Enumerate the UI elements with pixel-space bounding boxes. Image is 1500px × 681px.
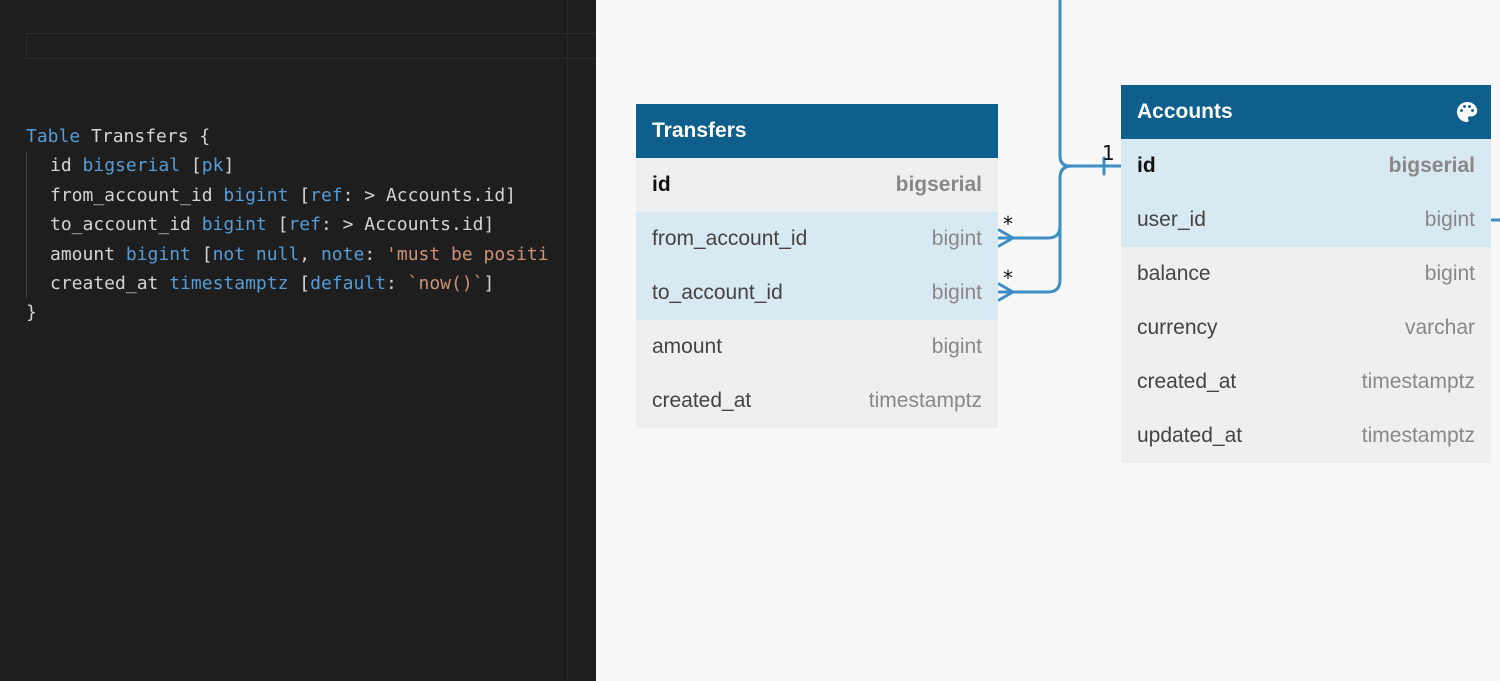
field-type: bigint (1424, 208, 1475, 231)
field-type: bigint (931, 227, 982, 250)
field-type: bigint (931, 281, 982, 304)
field-name: created_at (652, 389, 752, 412)
field-type: bigint (931, 335, 982, 358)
code-token: [ (288, 184, 311, 206)
code-token: created_at (50, 272, 170, 294)
field-name: currency (1137, 316, 1218, 339)
code-token: ] (223, 155, 235, 177)
accounts-field-row[interactable]: updated_at timestamptz (1121, 409, 1491, 463)
field-type: bigserial (1388, 154, 1475, 177)
indent-guide (26, 210, 50, 240)
indent-guide (26, 151, 50, 181)
code-token: pk (201, 155, 224, 177)
code-token: Transfers { (80, 126, 211, 147)
field-type: timestamptz (868, 389, 982, 412)
palette-icon[interactable] (1455, 100, 1479, 124)
table-transfers-title: Transfers (652, 119, 747, 142)
cardinality-one: 1 (1102, 141, 1115, 165)
indent-guide (26, 180, 50, 211)
table-accounts-title: Accounts (1137, 100, 1233, 123)
field-type: bigint (1424, 262, 1475, 285)
accounts-field-row[interactable]: id bigserial (1121, 139, 1491, 193)
code-token: ref (310, 184, 343, 206)
code-token: bigint (223, 184, 289, 206)
code-token: [ (180, 155, 202, 177)
code-token: [ (288, 272, 311, 294)
code-token: , (299, 243, 321, 265)
code-line: created_at timestamptz [default: `now()`… (26, 268, 549, 299)
diagram-canvas[interactable]: * * 1 Transfers id bigserial from_account_… (596, 0, 1500, 681)
code-token: ] (483, 272, 495, 294)
transfers-field-row[interactable]: from_account_id bigint (636, 212, 998, 266)
field-name: balance (1137, 262, 1211, 285)
code-token: } (26, 302, 37, 324)
code-token: [ (190, 243, 213, 265)
transfers-field-row[interactable]: id bigserial (636, 158, 998, 212)
field-name: amount (652, 335, 723, 358)
code-token: from_account_id (50, 184, 224, 206)
field-type: timestamptz (1361, 370, 1475, 393)
cardinality-many-to: * (1003, 266, 1013, 290)
accounts-field-row[interactable]: balance bigint (1121, 247, 1491, 301)
code-line: to_account_id bigint [ref: > Accounts.id… (26, 210, 549, 240)
code-token: : (385, 272, 408, 294)
code-token: default (310, 272, 386, 294)
field-name: created_at (1137, 370, 1237, 393)
accounts-field-row[interactable]: currency varchar (1121, 301, 1491, 355)
table-accounts[interactable]: Accounts id bigserial user_id bigint balance… (1121, 85, 1491, 463)
field-name: id (652, 173, 671, 196)
code-token: bigserial (82, 155, 181, 177)
table-accounts-header[interactable]: Accounts (1121, 85, 1491, 139)
code-token: : > Accounts.id] (320, 214, 495, 236)
code-line: Table Transfers { (26, 122, 549, 151)
table-transfers-header[interactable]: Transfers (636, 104, 998, 158)
code-token: note (320, 243, 365, 265)
code-token: amount (50, 243, 126, 265)
code-token: [ (266, 214, 289, 236)
field-name: from_account_id (652, 227, 808, 250)
accounts-field-row[interactable]: user_id bigint (1121, 193, 1491, 247)
code-token: 'must be positi (386, 243, 549, 265)
code-token: not null (212, 243, 300, 265)
code-token: timestamptz (169, 272, 289, 294)
field-name: user_id (1137, 208, 1206, 231)
code-token: : > Accounts.id] (342, 184, 517, 206)
code-line: id bigserial [pk] (26, 151, 549, 181)
code-editor[interactable]: Table Transfers {id bigserial [pk] from_a… (0, 0, 596, 681)
transfers-field-row[interactable]: created_at timestamptz (636, 374, 998, 428)
code-token: Table (26, 126, 81, 147)
dbml-code[interactable]: Table Transfers {id bigserial [pk] from_a… (26, 122, 549, 328)
code-token: bigint (201, 214, 267, 236)
code-line: amount bigint [not null, note: 'must be … (26, 239, 549, 269)
cardinality-many-from: * (1003, 212, 1013, 236)
field-name: id (1137, 154, 1156, 177)
code-line: } (26, 298, 549, 327)
transfers-field-row[interactable]: to_account_id bigint (636, 266, 998, 320)
field-type: varchar (1404, 316, 1475, 339)
code-token: bigint (125, 243, 191, 265)
field-name: updated_at (1137, 424, 1243, 447)
field-name: to_account_id (652, 281, 783, 304)
code-token: `now()` (407, 272, 484, 294)
code-token: ref (288, 214, 321, 236)
code-token: id (50, 155, 83, 177)
code-token: : (364, 243, 387, 265)
transfers-field-row[interactable]: amount bigint (636, 320, 998, 374)
indent-guide (26, 239, 50, 269)
editor-toolbar-box (26, 33, 596, 59)
accounts-field-row[interactable]: created_at timestamptz (1121, 355, 1491, 409)
editor-ruler (567, 0, 568, 681)
indent-guide (26, 268, 50, 299)
field-type: timestamptz (1361, 424, 1475, 447)
field-type: bigserial (895, 173, 982, 196)
code-line: from_account_id bigint [ref: > Accounts.… (26, 180, 549, 211)
code-token: to_account_id (50, 214, 202, 236)
table-transfers[interactable]: Transfers id bigserial from_account_id bigi… (636, 104, 998, 428)
